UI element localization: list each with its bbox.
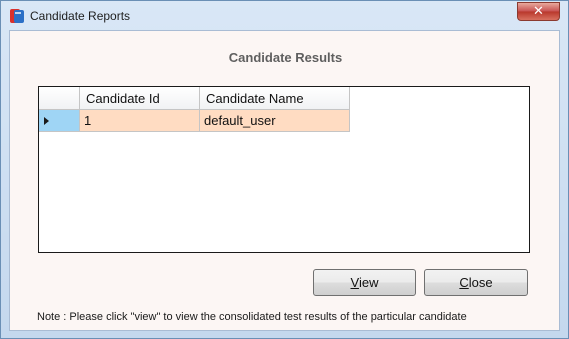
candidate-grid[interactable]: Candidate Id Candidate Name 1 default_us…	[38, 86, 530, 253]
page-title: Candidate Results	[228, 50, 343, 65]
window-title: Candidate Reports	[30, 9, 131, 23]
client-area: Candidate Results Candidate Id Candidate…	[9, 30, 560, 331]
cell-candidate-name[interactable]: default_user	[200, 110, 350, 132]
view-button-mnemonic: V	[350, 275, 359, 290]
column-header-candidate-id[interactable]: Candidate Id	[80, 87, 200, 110]
candidate-reports-window: Candidate Reports ✕ Candidate Results Ca…	[0, 0, 569, 339]
close-button[interactable]: Close	[424, 269, 528, 296]
view-button[interactable]: View	[313, 269, 416, 296]
close-button-label: lose	[468, 275, 493, 290]
row-pointer-icon	[44, 117, 49, 125]
title-bar[interactable]: Candidate Reports ✕	[1, 1, 568, 30]
column-header-candidate-name[interactable]: Candidate Name	[200, 87, 350, 110]
grid-corner-header	[39, 87, 80, 110]
view-button-label: iew	[358, 275, 379, 290]
close-icon[interactable]: ✕	[517, 2, 560, 21]
app-icon	[10, 9, 24, 23]
row-header[interactable]	[39, 110, 80, 132]
close-button-mnemonic: C	[459, 275, 469, 290]
instruction-note: Note : Please click "view" to view the c…	[37, 311, 467, 323]
cell-candidate-id[interactable]: 1	[80, 110, 200, 132]
